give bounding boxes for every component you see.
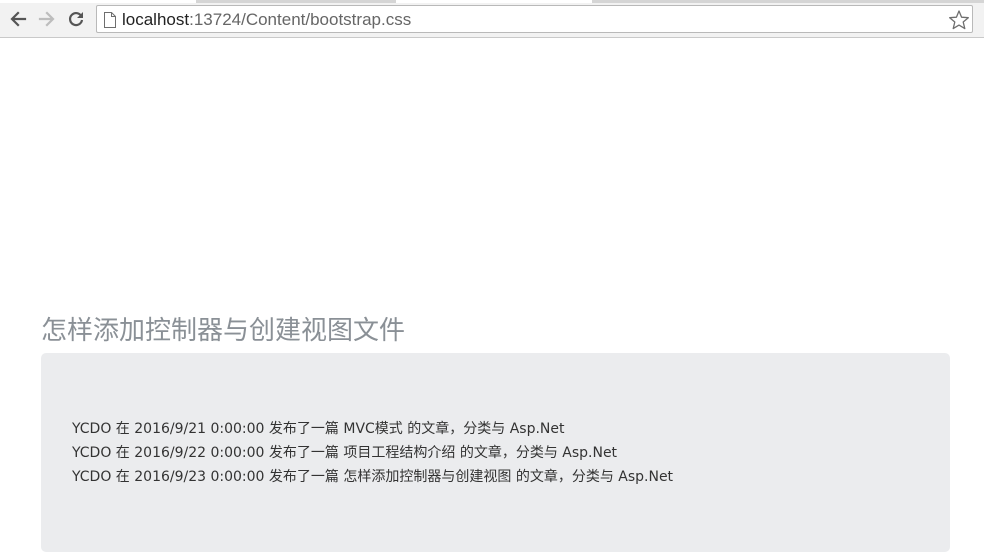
post-item: YCDO 在 2016/9/22 0:00:00 发布了一篇 项目工程结构介绍 … — [72, 445, 618, 461]
back-button[interactable] — [7, 8, 29, 30]
page-title: 怎样添加控制器与创建视图文件 — [41, 316, 406, 346]
reload-button[interactable] — [65, 8, 87, 30]
post-list: YCDO 在 2016/9/21 0:00:00 发布了一篇 MVC模式 的文章… — [72, 417, 673, 489]
tab-edge-left — [0, 0, 196, 3]
url-path: :13724/Content/bootstrap.css — [189, 10, 412, 29]
posts-panel: YCDO 在 2016/9/21 0:00:00 发布了一篇 MVC模式 的文章… — [41, 353, 950, 552]
browser-toolbar: localhost:13724/Content/bootstrap.css — [0, 0, 984, 38]
star-outline-icon[interactable] — [948, 9, 970, 31]
document-icon — [104, 12, 116, 28]
forward-button[interactable] — [36, 8, 58, 30]
reload-icon — [68, 12, 84, 27]
url-host: localhost — [122, 10, 190, 29]
post-item: YCDO 在 2016/9/21 0:00:00 发布了一篇 MVC模式 的文章… — [72, 421, 565, 437]
arrow-left-icon — [10, 11, 27, 27]
url-text[interactable]: localhost:13724/Content/bootstrap.css — [122, 10, 411, 30]
tab-edge-right — [396, 0, 592, 3]
tab-strip — [0, 0, 984, 3]
address-bar[interactable]: localhost:13724/Content/bootstrap.css — [96, 5, 973, 33]
post-item: YCDO 在 2016/9/23 0:00:00 发布了一篇 怎样添加控制器与创… — [72, 469, 674, 485]
arrow-right-icon — [38, 11, 55, 27]
